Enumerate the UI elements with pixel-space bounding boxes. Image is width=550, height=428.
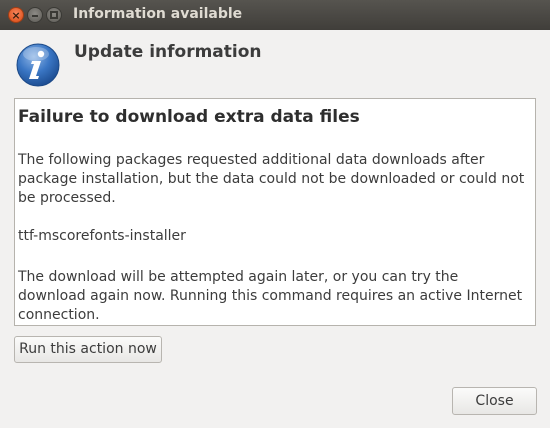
- run-action-button[interactable]: Run this action now: [14, 336, 162, 363]
- close-button[interactable]: Close: [452, 387, 537, 415]
- window-title: Information available: [73, 6, 243, 22]
- page-title: Update information: [74, 42, 262, 62]
- message-paragraph: The download will be attempted again lat…: [18, 269, 523, 323]
- info-icon: [16, 43, 60, 87]
- package-name: ttf-mscorefonts-installer: [18, 228, 186, 244]
- message-paragraph: The following packages requested additio…: [18, 152, 525, 206]
- minimize-icon: [32, 15, 38, 17]
- maximize-window-button[interactable]: [46, 7, 62, 23]
- title-bar[interactable]: × Information available: [0, 0, 550, 30]
- message-text-view[interactable]: Failure to download extra data files The…: [14, 98, 536, 326]
- close-icon: ×: [11, 9, 21, 22]
- close-window-button[interactable]: ×: [8, 7, 24, 23]
- minimize-window-button[interactable]: [27, 7, 43, 23]
- dialog-window: × Information available Update informati…: [0, 0, 550, 428]
- maximize-icon: [50, 11, 58, 19]
- message-title: Failure to download extra data files: [18, 107, 360, 127]
